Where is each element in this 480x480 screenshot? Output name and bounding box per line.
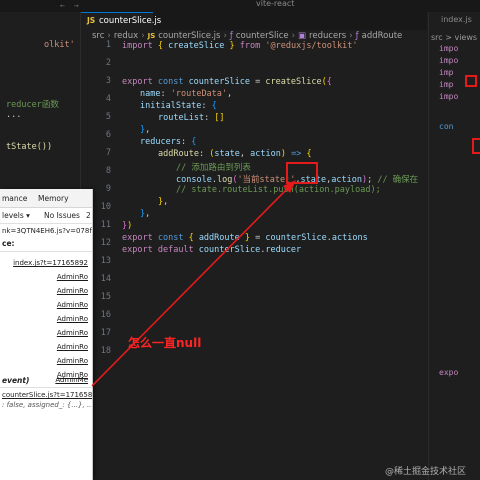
annotation-text: 怎么一直null: [128, 336, 202, 350]
annotation-arrow: [91, 180, 296, 387]
watermark: @稀土掘金技术社区: [385, 467, 467, 477]
